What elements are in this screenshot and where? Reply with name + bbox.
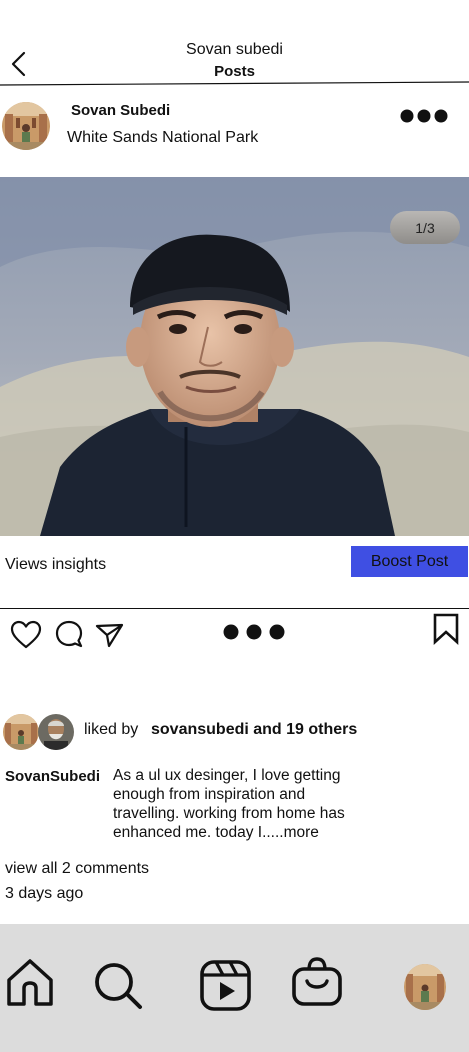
bookmark-icon[interactable]: [432, 613, 460, 645]
liked-by-names[interactable]: sovansubedi and 19 others: [151, 721, 357, 739]
post-options-button[interactable]: [400, 108, 448, 124]
views-insights-link[interactable]: Views insights: [5, 556, 106, 574]
caption-line[interactable]: enhanced me. today I.....more: [113, 823, 393, 842]
liker-avatar[interactable]: [38, 714, 74, 750]
header-username: Sovan subedi: [186, 41, 283, 58]
caption-line: travelling. working from home has: [113, 805, 345, 822]
more-dots-icon: [400, 109, 448, 123]
caption-username[interactable]: SovanSubedi: [5, 768, 100, 785]
header-divider: [0, 81, 469, 86]
send-icon[interactable]: [95, 621, 125, 649]
caption-text: As a ul ux desinger, I love getting enou…: [113, 766, 393, 842]
heart-icon[interactable]: [10, 620, 42, 650]
view-all-comments-link[interactable]: view all 2 comments: [5, 860, 149, 878]
liked-by-label: liked by: [84, 721, 139, 738]
author-avatar[interactable]: [2, 102, 50, 150]
search-icon[interactable]: [92, 961, 144, 1011]
profile-avatar-tab[interactable]: [404, 964, 446, 1010]
liker-avatar[interactable]: [3, 714, 39, 750]
boost-post-button[interactable]: Boost Post: [351, 546, 468, 577]
caption-line: enough from inspiration and: [113, 786, 306, 803]
image-counter-badge: 1/3: [390, 211, 460, 244]
comment-icon[interactable]: [54, 619, 86, 649]
post-timestamp: 3 days ago: [5, 885, 84, 902]
caption-line: As a ul ux desinger, I love getting: [113, 767, 341, 784]
action-divider: [0, 608, 469, 609]
home-icon[interactable]: [5, 958, 55, 1008]
post-location[interactable]: White Sands National Park: [67, 129, 258, 147]
post-author[interactable]: Sovan Subedi: [71, 102, 170, 119]
reels-icon[interactable]: [199, 959, 253, 1013]
shopping-bag-icon[interactable]: [290, 955, 344, 1009]
more-dots-icon[interactable]: [222, 624, 286, 640]
